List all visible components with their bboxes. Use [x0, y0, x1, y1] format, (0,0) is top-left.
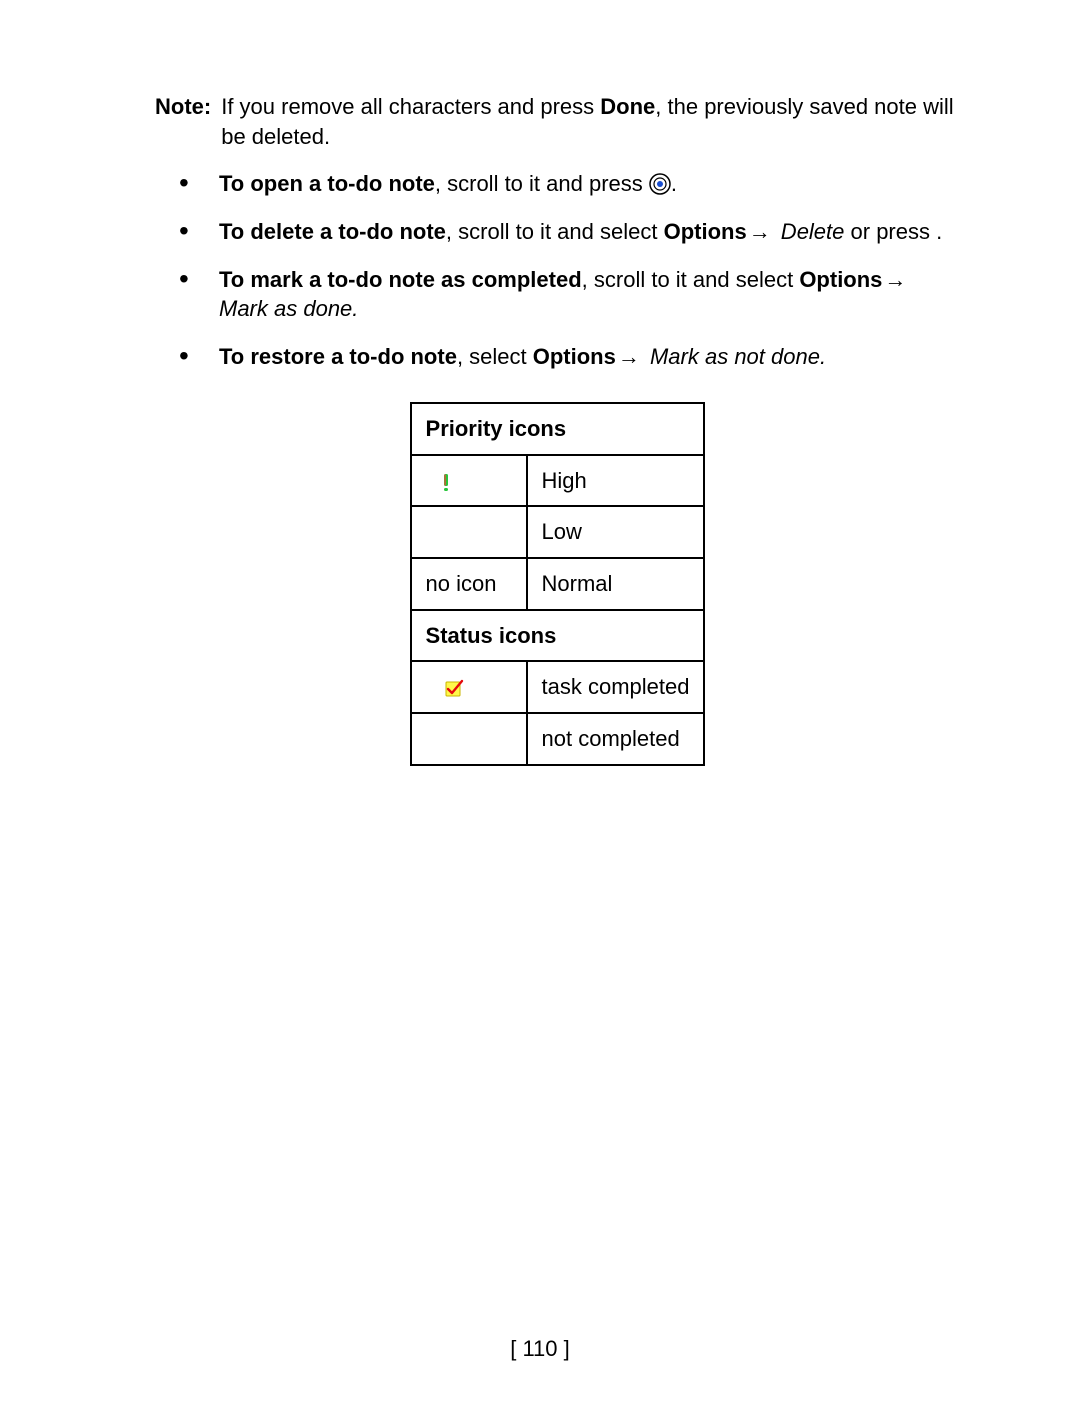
priority-high-icon-cell — [411, 455, 527, 507]
table-row: Low — [411, 506, 705, 558]
bullet-list: To open a to-do note, scroll to it and p… — [155, 169, 960, 371]
status-completed-icon-cell — [411, 661, 527, 713]
bullet-open: To open a to-do note, scroll to it and p… — [179, 169, 960, 199]
bullet-restore-rest1: , select — [457, 344, 533, 369]
bullet-mark-bold: To mark a to-do note as completed — [219, 267, 582, 292]
status-completed-label: task completed — [527, 661, 705, 713]
bullet-delete-options: Options — [664, 219, 747, 244]
bullet-restore-options: Options — [533, 344, 616, 369]
priority-low-icon-cell — [411, 506, 527, 558]
note-label: Note: — [155, 92, 221, 151]
joystick-icon — [649, 173, 671, 195]
bullet-delete-bold: To delete a to-do note — [219, 219, 446, 244]
priority-icons-header: Priority icons — [411, 403, 705, 455]
status-not-completed-icon-cell — [411, 713, 527, 765]
bullet-restore: To restore a to-do note, select Options→… — [179, 342, 960, 372]
page-content: Note: If you remove all characters and p… — [0, 0, 1080, 1412]
priority-high-icon — [426, 468, 456, 493]
icon-table: Priority icons High Low — [410, 402, 706, 766]
table-row: Status icons — [411, 610, 705, 662]
table-row: task completed — [411, 661, 705, 713]
table-row: High — [411, 455, 705, 507]
bullet-mark-options: Options — [799, 267, 882, 292]
arrow-icon: → — [882, 267, 910, 292]
arrow-icon: → — [747, 219, 775, 244]
bullet-delete-rest1: , scroll to it and select — [446, 219, 664, 244]
note-text: If you remove all characters and press D… — [221, 92, 960, 151]
bullet-delete-action: Delete — [775, 219, 845, 244]
table-row: Priority icons — [411, 403, 705, 455]
bullet-restore-action: Mark as not done. — [644, 344, 826, 369]
status-icons-header: Status icons — [411, 610, 705, 662]
bullet-mark-action: Mark as done. — [219, 296, 358, 321]
bullet-delete: To delete a to-do note, scroll to it and… — [179, 217, 960, 247]
bullet-open-rest: , scroll to it and press — [435, 171, 649, 196]
bullet-open-bold: To open a to-do note — [219, 171, 435, 196]
bullet-open-period: . — [671, 171, 677, 196]
priority-low-label: Low — [527, 506, 705, 558]
table-row: no icon Normal — [411, 558, 705, 610]
bullet-restore-bold: To restore a to-do note — [219, 344, 457, 369]
note-done-word: Done — [600, 94, 655, 119]
task-completed-icon — [426, 674, 464, 699]
note-text-before: If you remove all characters and press — [221, 94, 600, 119]
table-row: not completed — [411, 713, 705, 765]
priority-low-icon — [426, 519, 456, 544]
bullet-mark: To mark a to-do note as completed, scrol… — [179, 265, 960, 324]
status-not-completed-label: not completed — [527, 713, 705, 765]
page-number: [ 110 ] — [0, 1334, 1080, 1364]
priority-normal-label: Normal — [527, 558, 705, 610]
bullet-delete-rest2: or press . — [844, 219, 942, 244]
note-block: Note: If you remove all characters and p… — [155, 92, 960, 151]
priority-high-label: High — [527, 455, 705, 507]
arrow-icon: → — [616, 344, 644, 369]
priority-normal-icon-cell: no icon — [411, 558, 527, 610]
bullet-mark-rest1: , scroll to it and select — [582, 267, 800, 292]
